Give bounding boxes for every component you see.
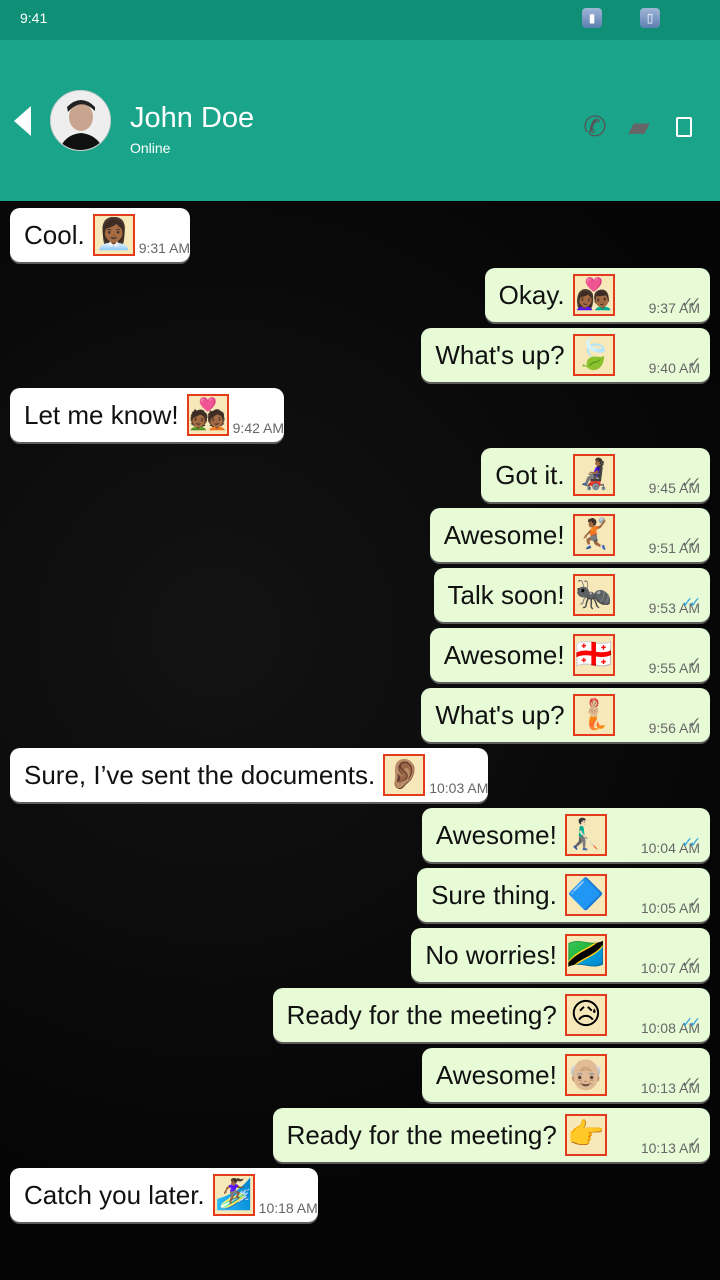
double-check-icon: ✓✓: [681, 1074, 702, 1090]
single-check-icon: ✓: [689, 714, 701, 730]
double-check-icon: ✓✓: [681, 834, 702, 850]
contact-name[interactable]: John Doe: [130, 102, 254, 135]
outgoing-message[interactable]: Awesome! 🇬🇪 9:55 AM ✓: [429, 628, 710, 682]
emoji-sticker: 💑🏾: [186, 394, 229, 436]
emoji-sticker: 🇹🇿: [564, 934, 607, 976]
status-bar: 9:41 ▮ ▯: [0, 0, 720, 40]
incoming-message[interactable]: Catch you later. 🏄🏾‍♀️ 10:18 AM: [10, 1168, 318, 1222]
chat-header: John Doe Online ✆ ▰: [0, 40, 720, 201]
double-check-icon: ✓✓: [681, 294, 702, 310]
emoji-sticker: 😥: [564, 994, 607, 1036]
back-arrow-icon[interactable]: [14, 106, 31, 136]
outgoing-message[interactable]: Okay. 👩🏾‍❤️‍👨🏾 9:37 AM ✓✓: [484, 268, 710, 322]
outgoing-message[interactable]: Awesome! 🤾🏾 9:51 AM ✓✓: [429, 508, 710, 562]
outgoing-message[interactable]: Ready for the meeting? 👉 10:13 AM ✓: [272, 1108, 710, 1162]
double-check-icon: ✓✓: [681, 534, 702, 550]
message-time: 9:31 AM: [138, 240, 191, 256]
header-actions: ✆ ▰: [580, 112, 692, 142]
emoji-sticker: 👂🏽: [383, 754, 426, 796]
outgoing-message[interactable]: Sure thing. 🔷 10:05 AM ✓: [417, 868, 710, 922]
incoming-message[interactable]: Cool. 👩🏾‍💼 9:31 AM: [10, 208, 191, 262]
outgoing-message[interactable]: What's up? 🧜🏼 9:56 AM ✓: [421, 688, 710, 742]
emoji-sticker: 👴🏼: [564, 1054, 607, 1096]
emoji-sticker: 👩🏾‍💼: [92, 214, 135, 256]
single-check-icon: ✓: [689, 354, 701, 370]
message-list[interactable]: Cool. 👩🏾‍💼 9:31 AM Okay. 👩🏾‍❤️‍👨🏾 9:37 AM ✓✓ Wh…: [0, 201, 720, 1280]
emoji-sticker: 🏄🏾‍♀️: [212, 1174, 255, 1216]
message-time: 10:18 AM: [258, 1200, 318, 1216]
message-text: Awesome!: [435, 1059, 557, 1090]
emoji-sticker: 🔷: [564, 874, 607, 916]
emoji-sticker: 👩🏾‍❤️‍👨🏾: [572, 274, 615, 316]
single-check-icon: ✓: [689, 894, 701, 910]
message-text: Cool.: [24, 219, 85, 250]
signal-icon: ▮: [582, 8, 602, 28]
message-text: Catch you later.: [24, 1179, 205, 1210]
emoji-sticker: 🐜: [572, 574, 615, 616]
message-text: No worries!: [425, 939, 557, 970]
emoji-sticker: 👨🏻‍🦯‍➡️: [564, 814, 607, 856]
message-text: Let me know!: [24, 399, 179, 430]
message-text: Ready for the meeting?: [286, 1119, 557, 1150]
message-text: Awesome!: [435, 819, 557, 850]
message-text: Sure thing.: [431, 879, 557, 910]
message-text: Got it.: [495, 459, 565, 490]
message-time: 10:03 AM: [429, 780, 489, 796]
double-check-icon: ✓✓: [681, 474, 702, 490]
double-check-icon: ✓✓: [681, 594, 702, 610]
emoji-sticker: 👩🏾‍🦼: [572, 454, 615, 496]
outgoing-message[interactable]: Awesome! 👨🏻‍🦯‍➡️ 10:04 AM ✓✓: [421, 808, 710, 862]
more-menu-icon[interactable]: [676, 117, 692, 137]
video-camera-icon[interactable]: ▰: [624, 112, 654, 142]
phone-icon[interactable]: ✆: [580, 112, 610, 142]
message-time: 9:42 AM: [232, 420, 285, 436]
double-check-icon: ✓✓: [681, 1014, 702, 1030]
emoji-sticker: 👉: [564, 1114, 607, 1156]
emoji-sticker: 🍃: [572, 334, 615, 376]
message-text: Talk soon!: [447, 579, 565, 610]
message-text: Ready for the meeting?: [286, 999, 557, 1030]
message-text: What's up?: [435, 699, 565, 730]
incoming-message[interactable]: Sure, I’ve sent the documents. 👂🏽 10:03 AM: [10, 748, 489, 802]
message-text: Sure, I’ve sent the documents.: [24, 759, 376, 790]
message-text: Awesome!: [443, 639, 565, 670]
outgoing-message[interactable]: No worries! 🇹🇿 10:07 AM ✓✓: [411, 928, 710, 982]
avatar-portrait-image: [51, 91, 110, 150]
avatar[interactable]: [50, 90, 111, 151]
contact-status: Online: [130, 140, 171, 156]
status-icons: ▮ ▯: [582, 8, 660, 28]
status-time: 9:41: [20, 10, 48, 26]
message-text: What's up?: [435, 339, 565, 370]
single-check-icon: ✓: [689, 654, 701, 670]
emoji-sticker: 🧜🏼: [572, 694, 615, 736]
emoji-sticker: 🤾🏾: [572, 514, 615, 556]
outgoing-message[interactable]: Talk soon! 🐜 9:53 AM ✓✓: [433, 568, 710, 622]
outgoing-message[interactable]: Awesome! 👴🏼 10:13 AM ✓✓: [421, 1048, 710, 1102]
incoming-message[interactable]: Let me know! 💑🏾 9:42 AM: [10, 388, 285, 442]
outgoing-message[interactable]: Ready for the meeting? 😥 10:08 AM ✓✓: [272, 988, 710, 1042]
single-check-icon: ✓: [689, 1134, 701, 1150]
message-text: Okay.: [498, 279, 565, 310]
double-check-icon: ✓✓: [681, 954, 702, 970]
battery-icon: ▯: [640, 8, 660, 28]
emoji-sticker: 🇬🇪: [572, 634, 615, 676]
outgoing-message[interactable]: What's up? 🍃 9:40 AM ✓: [421, 328, 710, 382]
outgoing-message[interactable]: Got it. 👩🏾‍🦼 9:45 AM ✓✓: [481, 448, 710, 502]
message-text: Awesome!: [443, 519, 565, 550]
